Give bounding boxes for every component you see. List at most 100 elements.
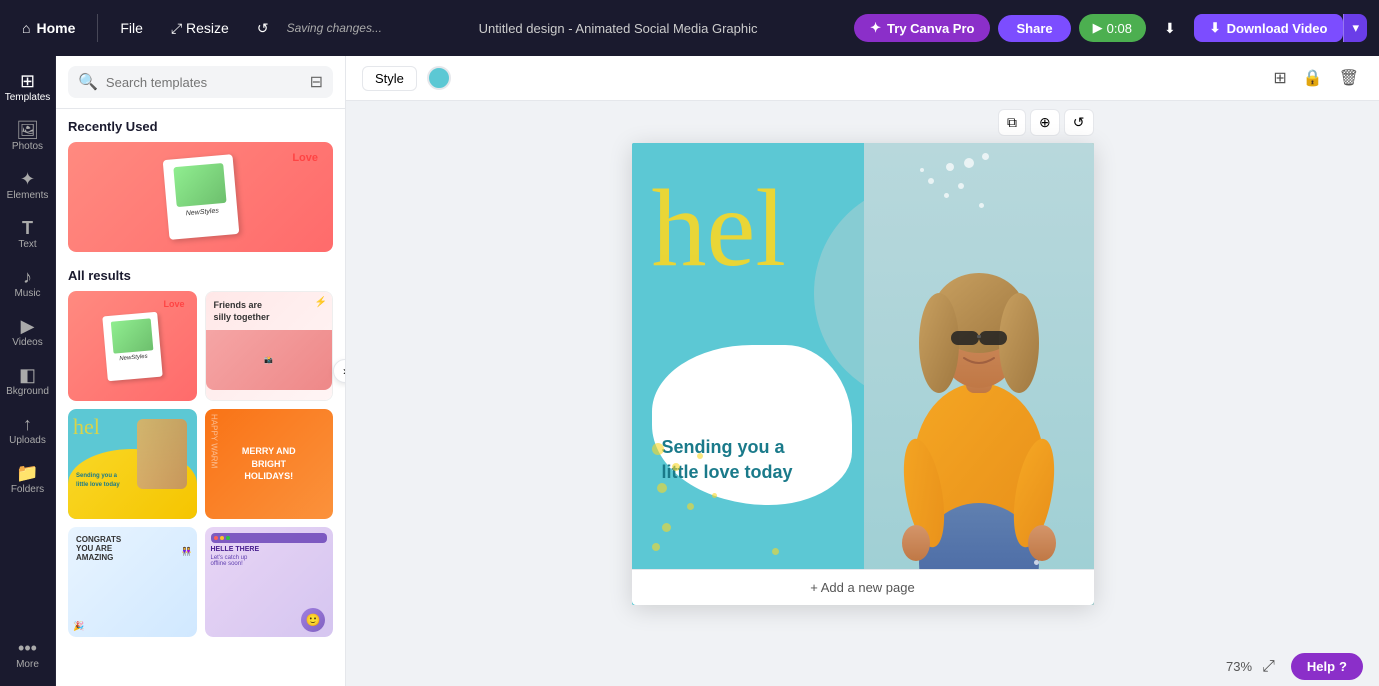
zoom-info: 73% ⤢ <box>1226 654 1279 680</box>
all-results-title: All results <box>68 268 333 283</box>
video-download-icon: ⬇ <box>1210 20 1221 36</box>
template-thumb-4[interactable]: MERRY ANDBRIGHTHOLIDAYS! HAPPY WARM <box>205 409 334 519</box>
sidebar-item-more[interactable]: ••• More <box>2 631 54 678</box>
resize-button[interactable]: ⤢ Resize <box>161 14 239 43</box>
templates-panel: 🔍 ⊟ Recently Used NewStyles Love <box>56 56 346 686</box>
share-button[interactable]: Share <box>998 15 1070 42</box>
template-thumb-6[interactable]: HELLE THERE Let's catch upoffline soon! … <box>205 527 334 637</box>
sidebar-item-uploads[interactable]: ↑ Uploads <box>2 407 54 454</box>
sidebar-item-videos[interactable]: ▶ Videos <box>2 309 54 356</box>
play-button[interactable]: ▶ 0:08 <box>1079 14 1146 42</box>
sidebar-item-elements[interactable]: ✦ Elements <box>2 162 54 209</box>
download-video-button[interactable]: ⬇ Download Video <box>1194 14 1344 42</box>
sidebar-item-text[interactable]: T Text <box>2 211 54 258</box>
search-bar: 🔍 ⊟ <box>56 56 345 109</box>
resize-label: Resize <box>186 20 229 36</box>
template-thumb-recent-1[interactable]: NewStyles Love <box>68 142 333 252</box>
style-button[interactable]: Style <box>362 66 417 91</box>
download-group: ⬇ Download Video ▾ <box>1194 14 1367 42</box>
undo-button[interactable]: ↺ <box>247 14 279 43</box>
duplicate-page-button[interactable]: ⧉ <box>998 109 1026 136</box>
sidebar-item-label: Music <box>14 288 40 299</box>
sidebar-item-folders[interactable]: 📁 Folders <box>2 456 54 503</box>
sidebar-item-music[interactable]: ♪ Music <box>2 260 54 307</box>
search-input[interactable] <box>106 75 302 90</box>
copy-page-button[interactable]: ⊕ <box>1030 109 1060 136</box>
topbar: ⌂ Home File ⤢ Resize ↺ Saving changes...… <box>0 0 1379 56</box>
home-button[interactable]: ⌂ Home <box>12 14 85 42</box>
toolbar-right: ⊞ 🔒 🗑 <box>1269 64 1363 92</box>
canvas-bottom-bar: 73% ⤢ Help ? <box>346 647 1379 686</box>
sidebar-item-label: Templates <box>5 92 51 103</box>
sidebar-item-label: Uploads <box>9 435 46 446</box>
sidebar-item-label: Photos <box>12 141 43 152</box>
recently-used-grid: NewStyles Love <box>68 142 333 252</box>
file-button[interactable]: File <box>110 14 153 42</box>
elements-icon: ✦ <box>20 170 35 188</box>
chevron-down-icon: ▾ <box>1352 20 1359 35</box>
sidebar-item-label: Folders <box>11 484 44 495</box>
play-time: 0:08 <box>1107 21 1132 36</box>
play-icon: ▶ <box>1093 20 1103 36</box>
help-label: Help <box>1307 659 1335 674</box>
sidebar-item-label: Videos <box>12 337 42 348</box>
resize-icon: ⤢ <box>171 20 182 36</box>
more-icon: ••• <box>18 639 37 657</box>
template-thumb-2[interactable]: Friends aresilly together 📸 ⚡ <box>205 291 334 401</box>
sidebar-item-label: Elements <box>7 190 49 201</box>
star-icon: ✦ <box>870 20 881 36</box>
canvas-toolbar: Style ⊞ 🔒 🗑 <box>346 56 1379 101</box>
lock-icon-button[interactable]: 🔒 <box>1299 64 1327 92</box>
zoom-fit-button[interactable]: ⤢ <box>1258 654 1279 680</box>
color-swatch[interactable] <box>427 66 451 90</box>
sidebar-item-label: More <box>16 659 39 670</box>
sidebar-item-background[interactable]: ◧ Bkground <box>2 358 54 405</box>
add-new-page-button[interactable]: + Add a new page <box>632 569 1094 605</box>
download-label: Download Video <box>1227 21 1328 36</box>
search-icon: 🔍 <box>78 72 98 92</box>
canvas-main: ⧉ ⊕ ↺ hel <box>346 101 1379 647</box>
canvas-wrapper: ⧉ ⊕ ↺ hel <box>632 143 1094 605</box>
topbar-separator <box>97 14 98 42</box>
grid-icon-button[interactable]: ⊞ <box>1269 64 1290 92</box>
refresh-button[interactable]: ↺ <box>1064 109 1094 136</box>
sidebar-item-templates[interactable]: ⊞ Templates <box>2 64 54 111</box>
document-title: Untitled design - Animated Social Media … <box>390 21 846 36</box>
template-thumb-3[interactable]: Sending you alittle love today hel <box>68 409 197 519</box>
help-button[interactable]: Help ? <box>1291 653 1363 680</box>
design-canvas[interactable]: hel <box>632 143 1094 605</box>
left-sidebar: ⊞ Templates 🖼 Photos ✦ Elements T Text ♪… <box>0 56 56 686</box>
sidebar-item-label: Bkground <box>6 386 49 397</box>
template-thumb-1[interactable]: NewStyles Love <box>68 291 197 401</box>
canvas-hello-text: hel <box>652 173 786 283</box>
help-icon: ? <box>1339 659 1347 674</box>
search-input-wrap: 🔍 ⊟ <box>68 66 333 98</box>
uploads-icon: ↑ <box>23 415 32 433</box>
templates-icon: ⊞ <box>20 72 35 90</box>
topbar-right-actions: ✦ Try Canva Pro Share ▶ 0:08 ⬇ ⬇ Downloa… <box>854 14 1367 43</box>
main-content: ⊞ Templates 🖼 Photos ✦ Elements T Text ♪… <box>0 56 1379 686</box>
canvas-photo <box>864 143 1094 605</box>
folders-icon: 📁 <box>16 464 38 482</box>
try-pro-label: Try Canva Pro <box>887 21 974 36</box>
text-icon: T <box>22 219 33 237</box>
all-results-grid: NewStyles Love Friends aresilly together… <box>68 291 333 637</box>
export-button[interactable]: ⬇ <box>1154 14 1186 43</box>
try-canva-pro-button[interactable]: ✦ Try Canva Pro <box>854 14 990 42</box>
download-options-button[interactable]: ▾ <box>1343 14 1367 42</box>
template-thumb-5[interactable]: CONGRATSYOU AREAMAZING 🎉 👭 <box>68 527 197 637</box>
canvas-area: Style ⊞ 🔒 🗑 ⧉ ⊕ ↺ <box>346 56 1379 686</box>
templates-scroll: Recently Used NewStyles Love All resu <box>56 109 345 686</box>
saving-indicator: Saving changes... <box>287 21 382 35</box>
sidebar-item-label: Text <box>18 239 36 250</box>
canvas-action-bar: ⧉ ⊕ ↺ <box>998 109 1093 136</box>
home-label: Home <box>36 20 75 36</box>
home-icon: ⌂ <box>22 20 30 36</box>
music-icon: ♪ <box>23 268 32 286</box>
sidebar-item-photos[interactable]: 🖼 Photos <box>2 113 54 160</box>
photos-icon: 🖼 <box>16 121 39 139</box>
filter-button[interactable]: ⊟ <box>310 72 323 92</box>
trash-icon-button[interactable]: 🗑 <box>1335 64 1363 92</box>
canvas-sending-text: Sending you a little love today <box>662 435 793 485</box>
recently-used-title: Recently Used <box>68 119 333 134</box>
